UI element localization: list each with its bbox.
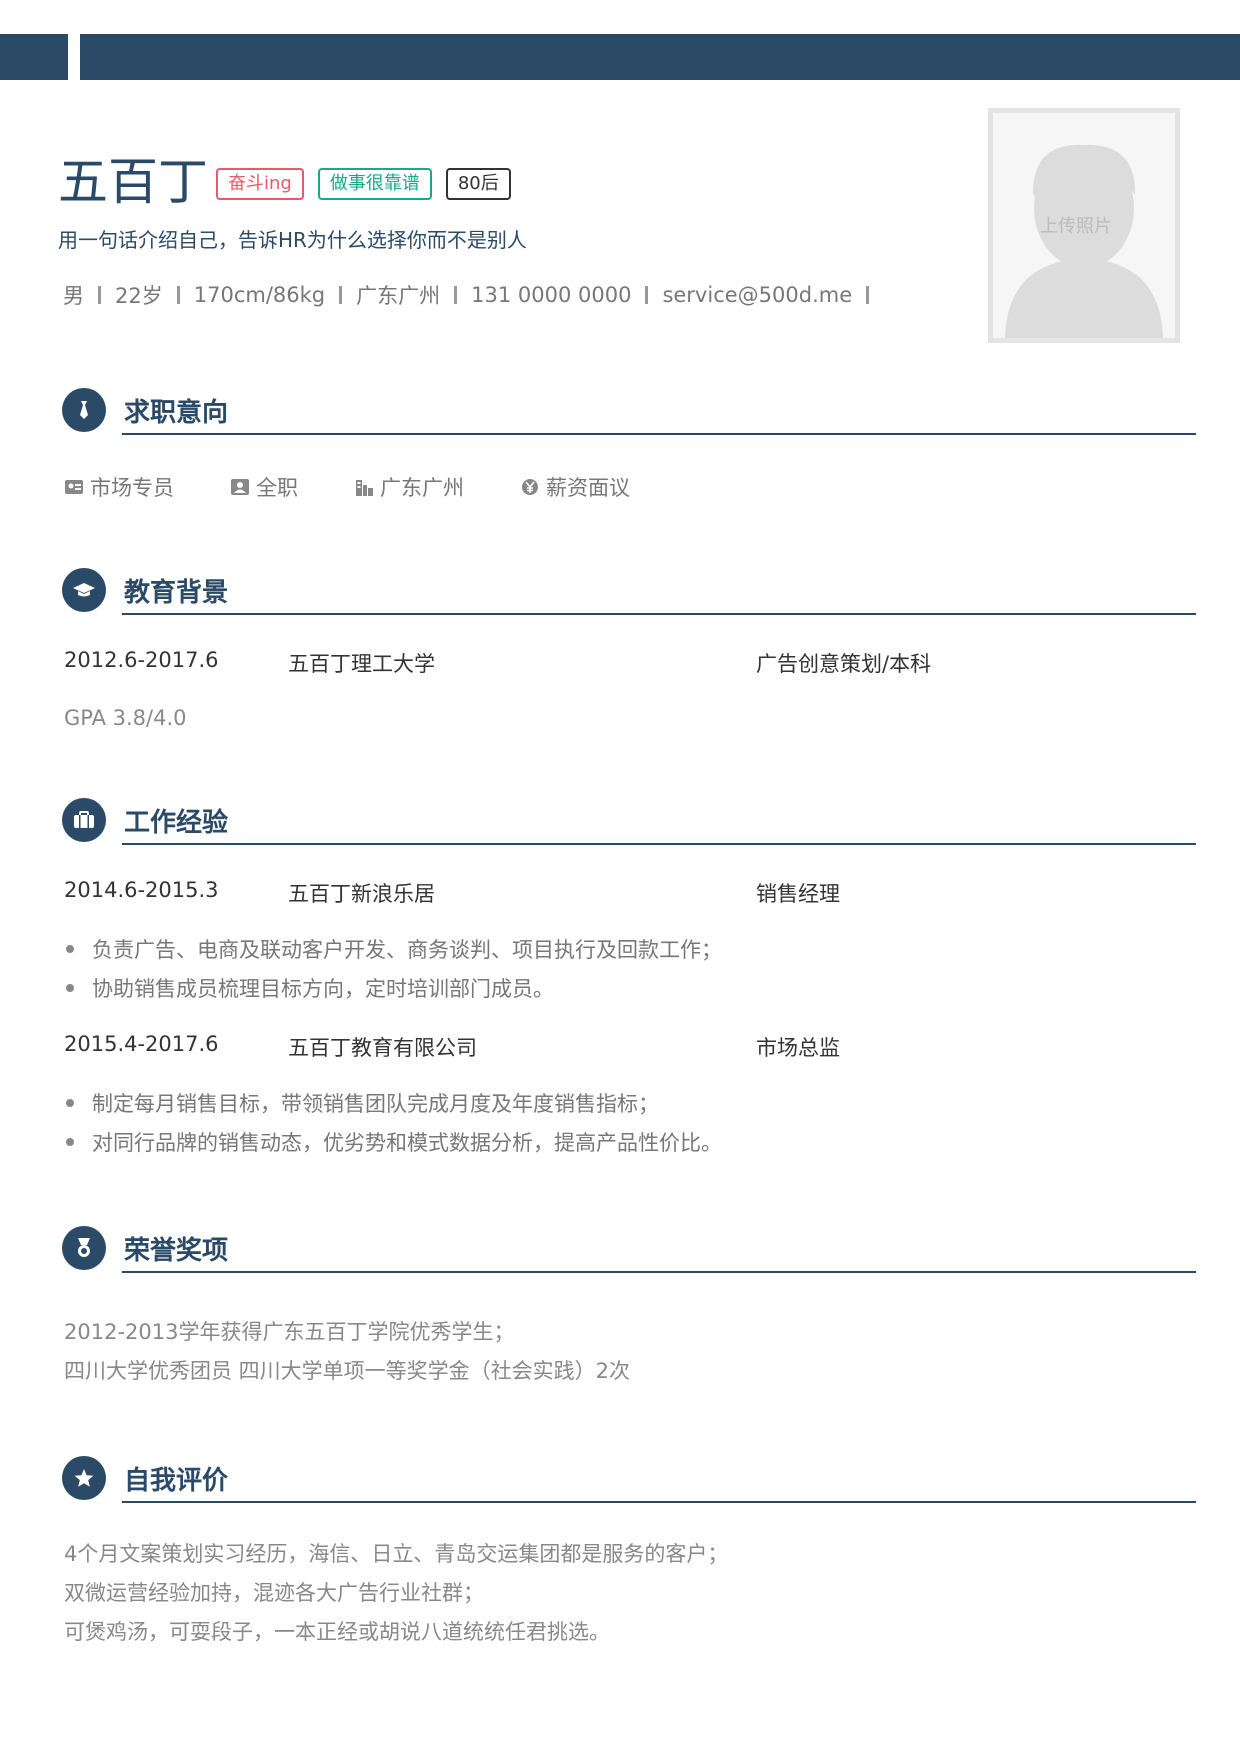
contact-icon (231, 479, 249, 495)
job-bullet: 负责广告、电商及联动客户开发、商务谈判、项目执行及回款工作； (66, 934, 722, 964)
tagline: 用一句话介绍自己，告诉HR为什么选择你而不是别人 (58, 228, 527, 252)
photo-upload-label: 上传照片 (1040, 216, 1112, 237)
job-bullet-text: 制定每月销售目标，带领销售团队完成月度及年度销售指标； (92, 1092, 659, 1116)
intent-position: 市场专员 (64, 472, 174, 502)
section-education: 教育背景 (62, 568, 1196, 618)
building-icon (356, 480, 373, 496)
section-divider (122, 843, 1196, 845)
info-phone: 131 0000 0000 (471, 283, 632, 307)
job-role: 销售经理 (756, 882, 840, 906)
education-major: 广告创意策划/本科 (756, 652, 932, 676)
intent-location-label: 广东广州 (380, 476, 464, 500)
section-job-intent: 求职意向 (62, 388, 1196, 438)
info-email: service@500d.me (662, 283, 853, 307)
intent-type-label: 全职 (256, 476, 298, 500)
job-bullet-text: 协助销售成员梳理目标方向，定时培训部门成员。 (92, 977, 554, 1001)
info-gender: 男 (63, 284, 84, 308)
section-divider (122, 433, 1196, 435)
medal-icon (62, 1226, 106, 1270)
top-bar-right (80, 34, 1240, 80)
yen-icon (522, 479, 538, 495)
honor-line: 2012-2013学年获得广东五百丁学院优秀学生； (64, 1320, 515, 1344)
job-company: 五百丁新浪乐居 (288, 882, 435, 906)
self-evaluation-line: 可煲鸡汤，可耍段子，一本正经或胡说八道统统任君挑选。 (64, 1620, 610, 1644)
job-bullet-text: 负责广告、电商及联动客户开发、商务谈判、项目执行及回款工作； (92, 938, 722, 962)
section-honors: 荣誉奖项 (62, 1226, 1196, 1276)
education-gpa: GPA 3.8/4.0 (64, 706, 187, 730)
tag-80s: 80后 (445, 168, 511, 200)
intent-location: 广东广州 (354, 472, 464, 502)
education-school: 五百丁理工大学 (288, 652, 435, 676)
section-title: 自我评价 (124, 1466, 229, 1496)
job-bullet: 对同行品牌的销售动态，优劣势和模式数据分析，提高产品性价比。 (66, 1127, 722, 1157)
job-bullet: 制定每月销售目标，带领销售团队完成月度及年度销售指标； (66, 1088, 659, 1118)
info-location: 广东广州 (356, 284, 441, 308)
id-card-icon (65, 480, 83, 494)
section-self-evaluation: 自我评价 (62, 1456, 1196, 1506)
section-work: 工作经验 (62, 798, 1196, 848)
graduation-cap-icon (62, 568, 106, 612)
section-title: 求职意向 (124, 398, 229, 428)
info-height-weight: 170cm/86kg (193, 283, 326, 307)
self-evaluation-line: 双微运营经验加持，混迹各大广告行业社群； (64, 1581, 484, 1605)
section-title: 荣誉奖项 (124, 1236, 229, 1266)
self-evaluation-line: 4个月文案策划实习经历，海信、日立、青岛交运集团都是服务的客户； (64, 1542, 729, 1566)
job-date: 2015.4-2017.6 (64, 1032, 219, 1056)
section-title: 教育背景 (124, 578, 229, 608)
top-bar-left (0, 34, 68, 80)
job-company: 五百丁教育有限公司 (288, 1036, 477, 1060)
job-role: 市场总监 (756, 1036, 840, 1060)
education-date: 2012.6-2017.6 (64, 648, 219, 672)
tag-list: 奋斗ing 做事很靠谱 80后 (216, 168, 511, 200)
briefcase-icon (62, 798, 106, 842)
personal-info: 男 22岁 170cm/86kg 广东广州 131 0000 0000 serv… (63, 280, 883, 310)
job-intent-list: 市场专员 全职 广东广州 薪资面议 (64, 472, 686, 502)
intent-type: 全职 (230, 472, 298, 502)
section-divider (122, 613, 1196, 615)
intent-salary-label: 薪资面议 (546, 476, 630, 500)
intent-position-label: 市场专员 (90, 476, 174, 500)
job-bullet: 协助销售成员梳理目标方向，定时培训部门成员。 (66, 973, 554, 1003)
section-divider (122, 1271, 1196, 1273)
star-icon (62, 1456, 106, 1500)
section-divider (122, 1501, 1196, 1503)
intent-salary: 薪资面议 (520, 472, 630, 502)
section-title: 工作经验 (124, 808, 229, 838)
honor-line: 四川大学优秀团员 四川大学单项一等奖学金（社会实践）2次 (64, 1359, 631, 1383)
tie-icon (62, 388, 106, 432)
info-age: 22岁 (115, 284, 163, 308)
resume-name: 五百丁 (58, 153, 208, 211)
tag-reliable: 做事很靠谱 (317, 168, 432, 200)
job-bullet-text: 对同行品牌的销售动态，优劣势和模式数据分析，提高产品性价比。 (92, 1131, 722, 1155)
tag-fighting: 奋斗ing (216, 168, 304, 200)
job-date: 2014.6-2015.3 (64, 878, 219, 902)
